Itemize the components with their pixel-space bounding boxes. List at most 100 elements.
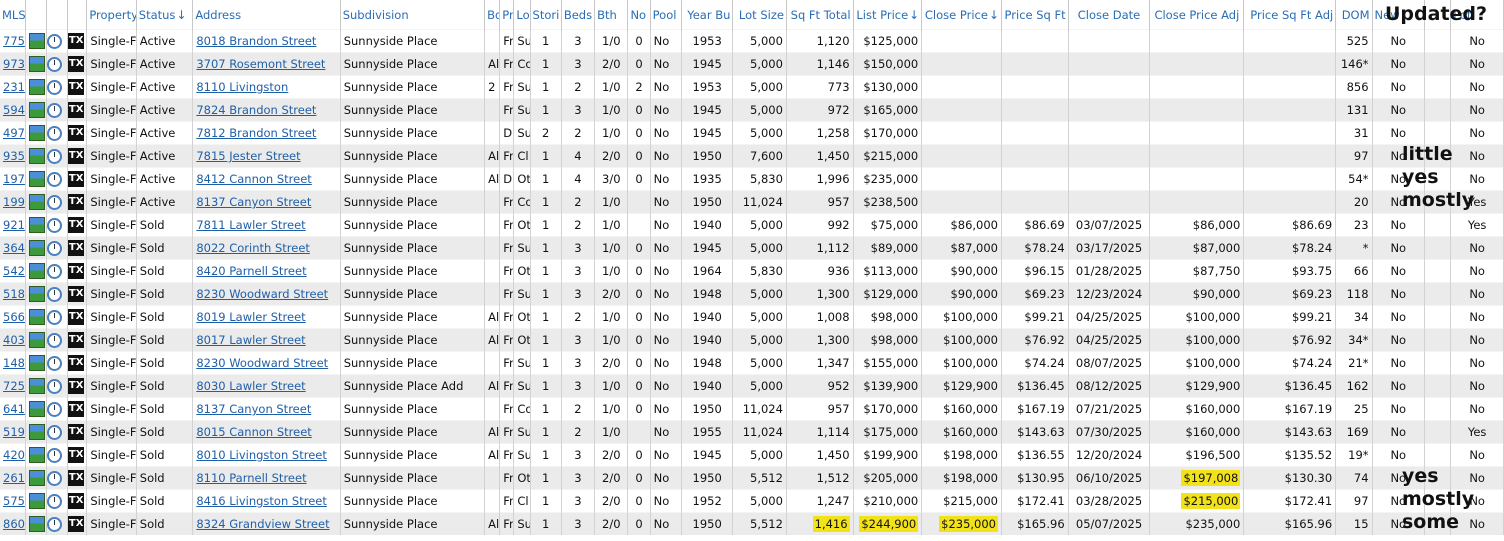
photo-icon[interactable] — [28, 447, 45, 463]
table-row[interactable]: 148 TX Single-F Sold 8230 Woodward Street Sun… — [0, 351, 1504, 375]
history-clock-icon[interactable] — [46, 401, 62, 417]
address-link[interactable]: 7812 Brandon Street — [196, 126, 316, 140]
mls-number-link[interactable]: 594 — [3, 103, 24, 117]
mls-number-link[interactable]: 403 — [3, 333, 24, 347]
column-header-status[interactable]: Status↓ — [136, 0, 194, 30]
photo-icon[interactable] — [28, 424, 45, 440]
photo-icon[interactable] — [28, 33, 45, 49]
mls-number-link[interactable]: 775 — [3, 34, 24, 48]
address-link[interactable]: 7811 Lawler Street — [196, 218, 305, 232]
mls-number-link[interactable]: 542 — [3, 264, 24, 278]
column-header-bd[interactable]: Bd — [484, 0, 501, 30]
column-header-close-price[interactable]: Close Price↓ — [921, 0, 1002, 30]
history-clock-icon[interactable] — [46, 424, 62, 440]
mls-number-link[interactable]: 420 — [3, 448, 24, 462]
tax-record-icon[interactable]: TX — [68, 240, 85, 256]
table-row[interactable]: 518 TX Single-F Sold 8230 Woodward Street Sun… — [0, 282, 1504, 306]
column-header-mls[interactable]: MLS — [0, 0, 26, 30]
history-clock-icon[interactable] — [46, 125, 62, 141]
column-header-stori[interactable]: Stori — [530, 0, 562, 30]
tax-record-icon[interactable]: TX — [68, 79, 85, 95]
column-header-property[interactable]: Property — [86, 0, 137, 30]
history-clock-icon[interactable] — [46, 79, 62, 95]
address-link[interactable]: 8137 Canyon Street — [196, 195, 311, 209]
photo-icon[interactable] — [28, 332, 45, 348]
photo-icon[interactable] — [28, 493, 45, 509]
history-clock-icon[interactable] — [46, 355, 62, 371]
mls-number-link[interactable]: 231 — [3, 80, 24, 94]
photo-icon[interactable] — [28, 217, 45, 233]
history-clock-icon[interactable] — [46, 332, 62, 348]
column-header-bth[interactable]: Bth — [594, 0, 629, 30]
photo-icon[interactable] — [28, 240, 45, 256]
tax-record-icon[interactable]: TX — [68, 263, 85, 279]
tax-record-icon[interactable]: TX — [68, 355, 85, 371]
table-row[interactable]: 775 TX Single-F Active 8018 Brandon Street Su… — [0, 29, 1504, 53]
column-header-no-g[interactable]: No G — [627, 0, 651, 30]
table-row[interactable]: 261 TX Single-F Sold 8110 Parnell Street Sunn… — [0, 466, 1504, 490]
mls-number-link[interactable]: 641 — [3, 402, 24, 416]
column-header-price-sq-ft-adj[interactable]: Price Sq Ft Adj — [1243, 0, 1337, 30]
address-link[interactable]: 7815 Jester Street — [196, 149, 300, 163]
column-header-icon-2[interactable] — [46, 0, 69, 30]
address-link[interactable]: 8416 Livingston Street — [196, 494, 327, 508]
tax-record-icon[interactable]: TX — [68, 148, 85, 164]
address-link[interactable]: 8137 Canyon Street — [196, 402, 311, 416]
history-clock-icon[interactable] — [46, 493, 62, 509]
history-clock-icon[interactable] — [46, 171, 62, 187]
mls-number-link[interactable]: 518 — [3, 287, 24, 301]
table-row[interactable]: 519 TX Single-F Sold 8015 Cannon Street Sunny… — [0, 420, 1504, 444]
column-header-sq-ft-total[interactable]: Sq Ft Total — [786, 0, 854, 30]
tax-record-icon[interactable]: TX — [68, 217, 85, 233]
photo-icon[interactable] — [28, 355, 45, 371]
column-header-icon-3[interactable] — [67, 0, 88, 30]
tax-record-icon[interactable]: TX — [68, 401, 85, 417]
tax-record-icon[interactable]: TX — [68, 286, 85, 302]
history-clock-icon[interactable] — [46, 217, 62, 233]
address-link[interactable]: 8110 Livingston — [196, 80, 288, 94]
table-row[interactable]: 231 TX Single-F Active 8110 Livingston Sunnys… — [0, 75, 1504, 99]
tax-record-icon[interactable]: TX — [68, 493, 85, 509]
table-row[interactable]: 420 TX Single-F Sold 8010 Livingston Street S… — [0, 443, 1504, 467]
photo-icon[interactable] — [28, 125, 45, 141]
address-link[interactable]: 7824 Brandon Street — [196, 103, 316, 117]
tax-record-icon[interactable]: TX — [68, 447, 85, 463]
table-row[interactable]: 575 TX Single-F Sold 8416 Livingston Street S… — [0, 489, 1504, 513]
photo-icon[interactable] — [28, 309, 45, 325]
column-header-dom[interactable]: DOM — [1335, 0, 1373, 30]
mls-number-link[interactable]: 199 — [3, 195, 24, 209]
mls-number-link[interactable]: 973 — [3, 57, 24, 71]
address-link[interactable]: 8110 Parnell Street — [196, 471, 306, 485]
history-clock-icon[interactable] — [46, 148, 62, 164]
mls-number-link[interactable]: 566 — [3, 310, 24, 324]
table-row[interactable]: 197 TX Single-F Active 8412 Cannon Street Sun… — [0, 167, 1504, 191]
tax-record-icon[interactable]: TX — [68, 33, 85, 49]
photo-icon[interactable] — [28, 148, 45, 164]
address-link[interactable]: 8412 Cannon Street — [196, 172, 312, 186]
column-header-price-sq-ft[interactable]: Price Sq Ft — [1001, 0, 1069, 30]
table-row[interactable]: 594 TX Single-F Active 7824 Brandon Street Su… — [0, 98, 1504, 122]
mls-number-link[interactable]: 519 — [3, 425, 24, 439]
mls-number-link[interactable]: 921 — [3, 218, 24, 232]
history-clock-icon[interactable] — [46, 263, 62, 279]
mls-number-link[interactable]: 575 — [3, 494, 24, 508]
column-header-pr[interactable]: Pr — [499, 0, 515, 30]
history-clock-icon[interactable] — [46, 447, 62, 463]
tax-record-icon[interactable]: TX — [68, 378, 85, 394]
column-header-close-date[interactable]: Close Date — [1068, 0, 1151, 30]
address-link[interactable]: 8010 Livingston Street — [196, 448, 327, 462]
photo-icon[interactable] — [28, 470, 45, 486]
table-row[interactable]: 199 TX Single-F Active 8137 Canyon Street Sun… — [0, 190, 1504, 214]
photo-icon[interactable] — [28, 171, 45, 187]
column-header-subdivision[interactable]: Subdivision — [340, 0, 486, 30]
tax-record-icon[interactable]: TX — [68, 332, 85, 348]
table-row[interactable]: 725 TX Single-F Sold 8030 Lawler Street Sunny… — [0, 374, 1504, 398]
column-header-list-price[interactable]: List Price↓ — [853, 0, 923, 30]
tax-record-icon[interactable]: TX — [68, 470, 85, 486]
tax-record-icon[interactable]: TX — [68, 424, 85, 440]
tax-record-icon[interactable]: TX — [68, 171, 85, 187]
history-clock-icon[interactable] — [46, 470, 62, 486]
mls-number-link[interactable]: 197 — [3, 172, 24, 186]
table-row[interactable]: 860 TX Single-F Sold 8324 Grandview Street Su… — [0, 512, 1504, 535]
mls-number-link[interactable]: 497 — [3, 126, 24, 140]
